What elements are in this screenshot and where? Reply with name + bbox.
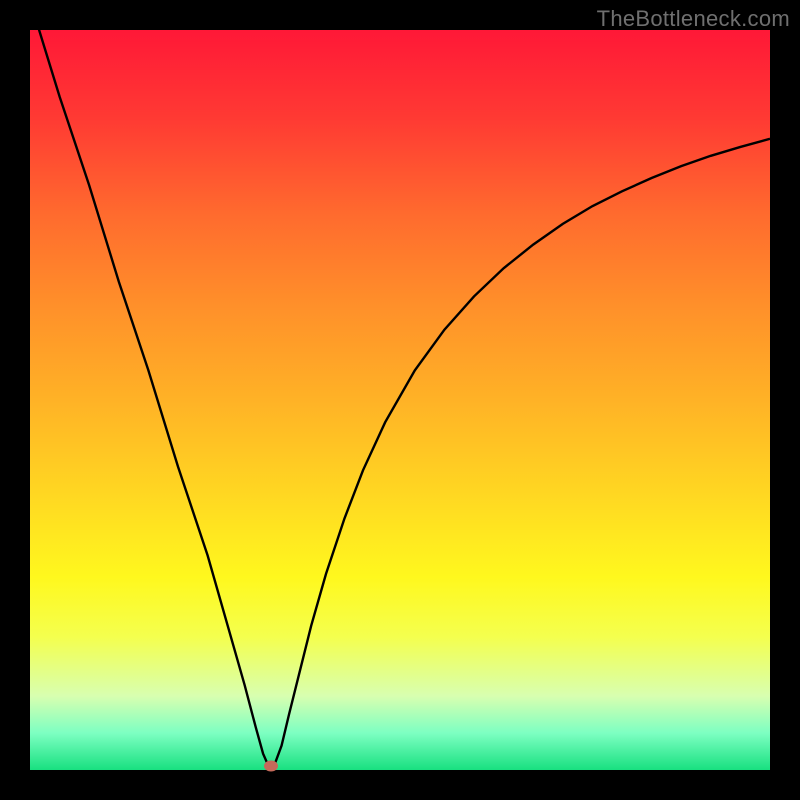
curve-svg: [30, 30, 770, 770]
minimum-marker: [264, 761, 278, 772]
watermark-text: TheBottleneck.com: [597, 6, 790, 32]
plot-area: [30, 30, 770, 770]
chart-frame: TheBottleneck.com: [0, 0, 800, 800]
bottleneck-curve: [30, 30, 770, 766]
